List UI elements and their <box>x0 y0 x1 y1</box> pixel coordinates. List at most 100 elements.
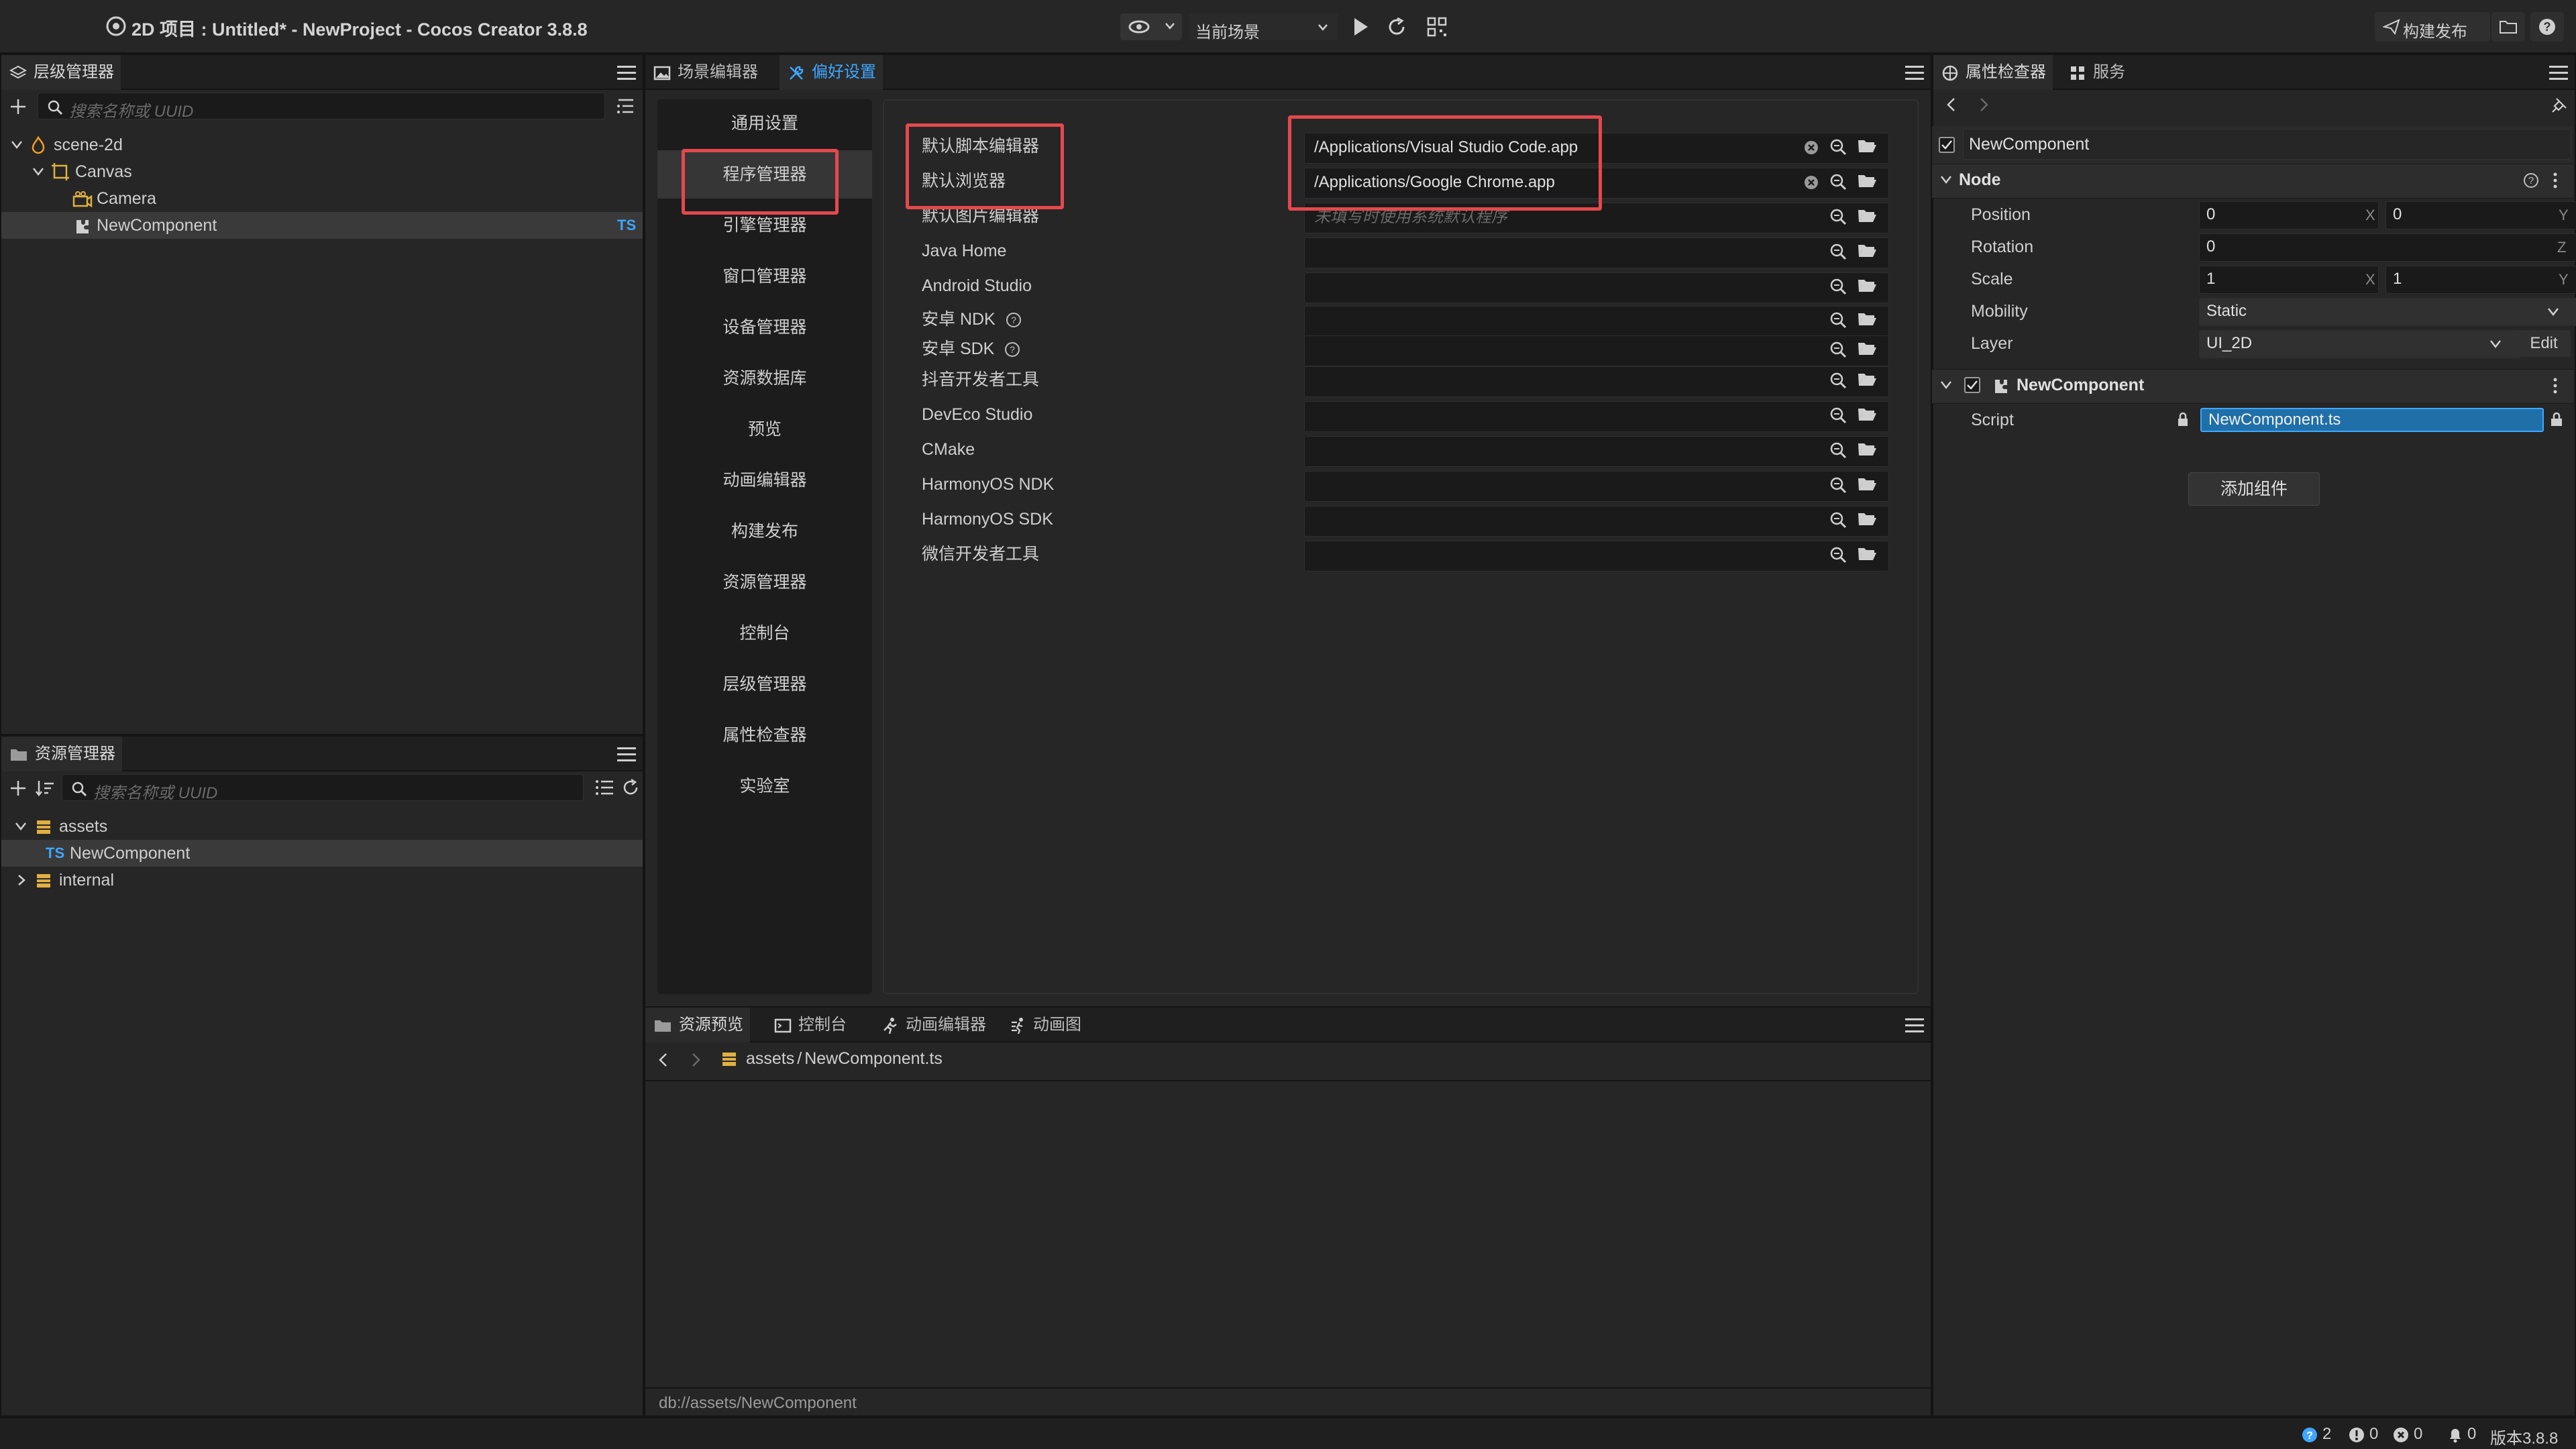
tab-assets[interactable]: 资源管理器 <box>1 737 122 771</box>
nav-animation-editor[interactable]: 动画编辑器 <box>657 456 872 504</box>
camera-mode-dropdown[interactable] <box>1120 13 1182 40</box>
clear-icon[interactable] <box>1802 138 1822 158</box>
breadcrumb-file[interactable]: NewComponent.ts <box>804 1049 943 1068</box>
add-component-button[interactable]: 添加组件 <box>2188 472 2320 506</box>
scene-select[interactable]: 当前场景 <box>1189 13 1338 42</box>
list-view-icon[interactable] <box>594 778 614 797</box>
chevron-right-icon[interactable] <box>16 874 27 886</box>
tab-animation-editor[interactable]: 动画编辑器 <box>873 1008 993 1042</box>
search-icon[interactable] <box>1829 340 1849 360</box>
asset-item-newcomponent[interactable]: TS NewComponent <box>1 840 643 867</box>
folder-open-icon[interactable] <box>1857 311 1877 331</box>
chevron-down-icon[interactable] <box>32 166 44 177</box>
nav-general[interactable]: 通用设置 <box>657 99 872 148</box>
tab-animation-graph[interactable]: 动画图 <box>1001 1008 1088 1042</box>
help-button[interactable]: ? <box>2530 12 2564 42</box>
breadcrumb-root[interactable]: assets <box>746 1049 794 1068</box>
inspector-menu-icon[interactable] <box>2549 66 2568 80</box>
position-x-input[interactable]: 0 <box>2199 201 2379 229</box>
chevron-down-icon[interactable] <box>15 821 27 832</box>
scale-x-input[interactable]: 1 <box>2199 266 2379 294</box>
more-vertical-icon[interactable] <box>2552 172 2559 189</box>
asset-item-internal[interactable]: internal <box>1 867 643 894</box>
folder-open-icon[interactable] <box>1857 545 1877 566</box>
nav-inspector[interactable]: 属性检查器 <box>657 711 872 759</box>
node-active-checkbox[interactable] <box>1939 137 1955 153</box>
help-circle-icon[interactable]: ? <box>2522 172 2540 189</box>
search-icon[interactable] <box>1829 371 1849 391</box>
pin-icon[interactable] <box>2551 97 2568 114</box>
back-arrow-icon[interactable] <box>1945 97 1957 113</box>
tab-asset-preview[interactable]: 资源预览 <box>645 1008 750 1042</box>
hierarchy-menu-icon[interactable] <box>617 66 636 80</box>
more-vertical-icon[interactable] <box>2552 377 2559 394</box>
nav-assets[interactable]: 资源管理器 <box>657 558 872 606</box>
pref-input-deveco[interactable] <box>1304 401 1889 432</box>
folder-open-icon[interactable] <box>1857 138 1877 158</box>
forward-arrow-icon[interactable] <box>1978 97 1990 113</box>
tree-item-newcomponent[interactable]: NewComponent TS <box>1 212 643 239</box>
tab-services[interactable]: 服务 <box>2061 55 2132 90</box>
component-enabled-checkbox[interactable] <box>1964 377 1980 393</box>
search-icon[interactable] <box>1829 441 1849 461</box>
hierarchy-search-input[interactable]: 搜索名称或 UUID <box>38 93 605 121</box>
node-section-header[interactable] <box>1932 164 2573 199</box>
help-circle-icon[interactable]: ? <box>1006 312 1022 328</box>
pref-input-android-ndk[interactable] <box>1304 306 1889 337</box>
qrcode-icon[interactable] <box>1426 16 1448 38</box>
add-asset-button[interactable] <box>8 778 28 798</box>
sort-list-icon[interactable] <box>616 97 636 115</box>
tree-item-camera[interactable]: Camera <box>1 185 643 212</box>
tab-inspector[interactable]: 属性检查器 <box>1933 55 2053 90</box>
folder-open-icon[interactable] <box>1857 511 1877 531</box>
search-icon[interactable] <box>1829 511 1849 531</box>
pref-input-wechat[interactable] <box>1304 541 1889 572</box>
search-icon[interactable] <box>1829 406 1849 426</box>
forward-arrow-icon[interactable] <box>690 1052 702 1068</box>
layer-edit-button[interactable]: Edit <box>2517 330 2571 357</box>
folder-open-icon[interactable] <box>1857 406 1877 426</box>
pref-input-java-home[interactable] <box>1304 237 1889 268</box>
folder-open-icon[interactable] <box>1857 172 1877 193</box>
nav-hierarchy[interactable]: 层级管理器 <box>657 660 872 708</box>
folder-open-icon[interactable] <box>1857 476 1877 496</box>
layer-select[interactable]: UI_2D <box>2199 330 2521 358</box>
mobility-select[interactable]: Static <box>2199 298 2576 326</box>
lock-icon[interactable] <box>2549 412 2564 428</box>
folder-open-icon[interactable] <box>1857 340 1877 360</box>
nav-asset-db[interactable]: 资源数据库 <box>657 354 872 402</box>
nav-device-manager[interactable]: 设备管理器 <box>657 303 872 352</box>
search-icon[interactable] <box>1829 277 1849 297</box>
assets-search-input[interactable]: 搜索名称或 UUID <box>62 774 584 802</box>
notification-count[interactable]: 0 <box>2467 1425 2476 1444</box>
nav-console[interactable]: 控制台 <box>657 609 872 657</box>
folder-open-icon[interactable] <box>1857 207 1877 227</box>
folder-open-icon[interactable] <box>1857 441 1877 461</box>
help-circle-icon[interactable]: ? <box>1004 341 1020 358</box>
pref-input-android-studio[interactable] <box>1304 272 1889 303</box>
clear-icon[interactable] <box>1802 173 1822 193</box>
tab-preferences[interactable]: 偏好设置 <box>780 55 883 90</box>
back-arrow-icon[interactable] <box>657 1052 669 1068</box>
pref-input-harmony-sdk[interactable] <box>1304 506 1889 537</box>
nav-window-manager[interactable]: 窗口管理器 <box>657 252 872 301</box>
search-icon[interactable] <box>1829 311 1849 331</box>
tab-hierarchy[interactable]: 层级管理器 <box>1 55 121 90</box>
nav-lab[interactable]: 实验室 <box>657 762 872 810</box>
search-icon[interactable] <box>1829 172 1849 193</box>
tab-console[interactable]: 控制台 <box>766 1008 853 1042</box>
pref-input-cmake[interactable] <box>1304 436 1889 467</box>
chevron-down-icon[interactable] <box>1940 174 1952 185</box>
chevron-down-icon[interactable] <box>11 140 23 150</box>
node-name-input[interactable]: NewComponent <box>1963 129 2571 160</box>
tab-scene-editor[interactable]: 场景编辑器 <box>645 55 765 90</box>
nav-preview[interactable]: 预览 <box>657 405 872 453</box>
folder-open-icon[interactable] <box>1857 242 1877 262</box>
tree-item-canvas[interactable]: Canvas <box>1 158 643 185</box>
tree-item-scene[interactable]: scene-2d <box>1 131 643 158</box>
pref-input-harmony-ndk[interactable] <box>1304 471 1889 502</box>
nav-build[interactable]: 构建发布 <box>657 507 872 555</box>
pref-input-douyin[interactable] <box>1304 366 1889 397</box>
assets-menu-icon[interactable] <box>617 747 636 762</box>
search-icon[interactable] <box>1829 545 1849 566</box>
